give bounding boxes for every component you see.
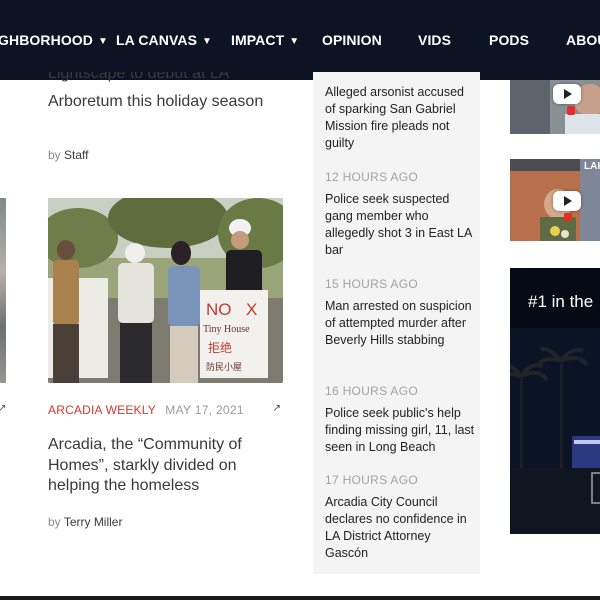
news-title[interactable]: Alleged arsonist accused of sparking San…	[325, 84, 475, 152]
protest-photo: NO X Tiny House 拒绝 防民小屋	[48, 198, 283, 383]
article-title[interactable]: Arcadia, the “Community of Homes”, stark…	[48, 435, 278, 497]
article-meta: ARCADIA WEEKLY MAY 17, 2021 ↗	[48, 403, 283, 417]
article-title-text: Lightscape to debut at LA	[48, 72, 230, 82]
video-caption: LAKE	[584, 161, 600, 172]
footer-divider	[0, 596, 600, 600]
nav-label: VIDS	[418, 32, 452, 48]
article-title[interactable]: Lightscape to debut at LA Arboretum this…	[48, 72, 288, 112]
nav-label: LA CANVAS	[116, 32, 198, 48]
video-thumbnail[interactable]: LAKE	[510, 159, 600, 241]
nav-label: IMPACT	[231, 32, 285, 48]
news-item[interactable]: 12 HOURS AGO Police seek suspected gang …	[325, 170, 475, 259]
byline-author[interactable]: Terry Miller	[64, 515, 123, 529]
arrow-up-right-icon[interactable]: ↗	[0, 403, 6, 414]
news-title[interactable]: Man arrested on suspicion of attempted m…	[325, 298, 475, 349]
nav-label: PODS	[489, 32, 530, 48]
news-title[interactable]: Arcadia City Council declares no confide…	[325, 494, 475, 562]
nav-label: GHBORHOOD	[0, 32, 94, 48]
news-timestamp: 15 HOURS AGO	[325, 277, 418, 291]
byline-prefix: by	[48, 148, 61, 162]
article-byline: by Staff	[48, 148, 89, 162]
sign-text-no: NO	[206, 300, 232, 319]
nav-item-about[interactable]: ABOU	[566, 32, 600, 48]
advertisement[interactable]: #1 in the	[510, 268, 600, 534]
chevron-down-icon: ▼	[202, 36, 213, 47]
article-title-text: Arboretum this holiday season	[48, 93, 264, 110]
sign-text-chinese-2: 防民小屋	[206, 361, 242, 373]
news-title[interactable]: Police seek suspected gang member who al…	[325, 191, 475, 259]
news-item[interactable]: 15 HOURS AGO Man arrested on suspicion o…	[325, 277, 475, 349]
article-thumbnail-clipped[interactable]	[0, 198, 6, 383]
nav-item-vids[interactable]: VIDS	[418, 32, 451, 48]
news-item[interactable]: Alleged arsonist accused of sparking San…	[325, 84, 475, 152]
sign-text-chinese: 拒绝	[208, 340, 232, 355]
publish-date: MAY 17, 2021	[165, 403, 244, 417]
play-icon[interactable]	[553, 84, 581, 104]
article-title-line: Lightscape to debut at LA	[48, 72, 288, 84]
play-icon[interactable]	[553, 191, 581, 211]
nav-item-opinion[interactable]: OPINION	[322, 32, 382, 48]
byline-author[interactable]: Staff	[64, 148, 88, 162]
news-title[interactable]: Police seek public's help finding missin…	[325, 405, 475, 456]
chevron-down-icon: ▼	[98, 36, 109, 47]
nav-label: ABOU	[566, 32, 600, 48]
news-timestamp: 17 HOURS AGO	[325, 473, 418, 487]
nav-label: OPINION	[322, 32, 382, 48]
article-image[interactable]: NO X Tiny House 拒绝 防民小屋	[48, 198, 283, 383]
video-thumbnail[interactable]	[510, 80, 600, 134]
chevron-down-icon: ▼	[289, 36, 300, 47]
top-navigation: GHBORHOOD ▼ LA CANVAS ▼ IMPACT ▼ OPINION VI…	[0, 0, 600, 80]
arrow-up-right-icon[interactable]: ↗	[273, 403, 281, 414]
ad-headline: #1 in the	[528, 292, 594, 311]
sign-text-tiny-house: Tiny House	[203, 324, 250, 335]
article-byline: by Terry Miller	[48, 515, 122, 529]
news-timestamp: 12 HOURS AGO	[325, 170, 418, 184]
sign-x-mark: X	[246, 300, 257, 319]
latest-news-panel: Alleged arsonist accused of sparking San…	[313, 72, 480, 574]
news-timestamp: 16 HOURS AGO	[325, 384, 418, 398]
category-label[interactable]: ARCADIA WEEKLY	[48, 403, 156, 417]
news-item[interactable]: 16 HOURS AGO Police seek public's help f…	[325, 384, 475, 456]
nav-item-pods[interactable]: PODS	[489, 32, 529, 48]
nav-item-la-canvas[interactable]: LA CANVAS ▼	[116, 32, 212, 48]
nav-item-neighborhood[interactable]: GHBORHOOD ▼	[0, 32, 108, 48]
byline-prefix: by	[48, 515, 61, 529]
news-item[interactable]: 17 HOURS AGO Arcadia City Council declar…	[325, 473, 475, 562]
nav-item-impact[interactable]: IMPACT ▼	[231, 32, 299, 48]
